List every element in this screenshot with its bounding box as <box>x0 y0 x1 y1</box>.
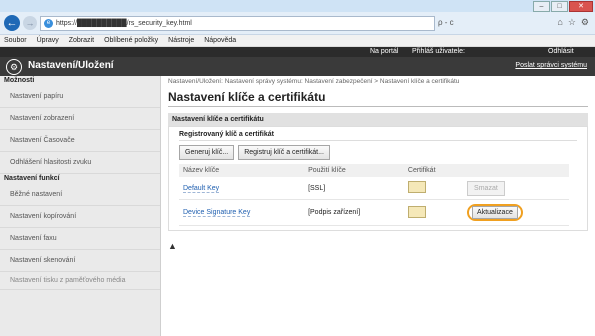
address-bar[interactable]: e https://██████████/rs_security_key.html <box>40 16 435 31</box>
favorites-star-icon[interactable]: ☆ <box>568 17 576 28</box>
app-title: Nastavení/Uložení <box>28 60 114 71</box>
login-user-label: Přihláš uživatele: <box>412 48 465 55</box>
sidebar: Možnosti Nastavení papíru Nastavení zobr… <box>0 76 161 336</box>
home-icon[interactable]: ⌂ <box>557 17 562 28</box>
table-header: Název klíče Použití klíče Certifikát <box>179 164 569 177</box>
page-title: Nastavení klíče a certifikátu <box>168 90 588 107</box>
certificate-icon[interactable] <box>407 181 426 193</box>
column-certificate: Certifikát <box>403 164 464 177</box>
app-header: Na portál Přihláš uživatele: Odhlásit ⚙ … <box>0 47 595 76</box>
menu-view[interactable]: Zobrazit <box>69 35 94 46</box>
forward-button[interactable]: → <box>23 16 37 30</box>
maximize-button[interactable]: □ <box>551 1 568 12</box>
url-text: https://██████████/rs_security_key.html <box>56 20 192 27</box>
section-box: Registrovaný klíč a certifikát Generuj k… <box>168 126 588 231</box>
menu-favorites[interactable]: Oblíbené položky <box>104 35 158 46</box>
window-controls: – □ ✕ <box>533 1 593 12</box>
settings-gear-icon[interactable]: ⚙ <box>581 17 589 28</box>
generate-key-button[interactable]: Generuj klíč... <box>179 145 235 160</box>
column-key-name: Název klíče <box>179 164 305 177</box>
menu-tools[interactable]: Nástroje <box>168 35 194 46</box>
action-buttons: Generuj klíč... Registruj klíč a certifi… <box>179 145 577 160</box>
sidebar-item-media-print[interactable]: Nastavení tisku z paměťového média <box>0 272 160 290</box>
back-button[interactable]: ← <box>4 15 20 31</box>
close-window-button[interactable]: ✕ <box>569 1 593 12</box>
settings-gear-icon: ⚙ <box>6 59 22 75</box>
section-header: Nastavení klíče a certifikátu <box>168 113 588 126</box>
sidebar-item-timer[interactable]: Nastavení Časovače <box>0 130 160 152</box>
window-titlebar: – □ ✕ <box>0 0 595 12</box>
sidebar-item-scan[interactable]: Nastavení skenování <box>0 250 160 272</box>
sidebar-item-copy[interactable]: Nastavení kopírování <box>0 206 160 228</box>
key-name-link[interactable]: Default Key <box>183 184 220 193</box>
update-highlight: Aktualizace <box>467 204 523 221</box>
column-actions <box>463 164 569 177</box>
register-key-button[interactable]: Registruj klíč a certifikát... <box>238 145 330 160</box>
ie-logo-icon: e <box>44 18 53 28</box>
breadcrumb: Nastavení/Uložení: Nastavení správy syst… <box>168 78 460 85</box>
minimize-button[interactable]: – <box>533 1 550 12</box>
portal-link[interactable]: Na portál <box>370 48 398 55</box>
browser-menubar: Soubor Úpravy Zobrazit Oblíbené položky … <box>0 35 595 47</box>
column-key-usage: Použití klíče <box>304 164 404 177</box>
menu-help[interactable]: Nápověda <box>204 35 236 46</box>
sidebar-item-paper[interactable]: Nastavení papíru <box>0 86 160 108</box>
browser-toolbar-icons: ⌂ ☆ ⚙ <box>557 17 589 28</box>
key-usage: [Podpis zařízení] <box>304 199 404 226</box>
header-topline <box>0 47 595 57</box>
sidebar-item-common[interactable]: Běžné nastavení <box>0 184 160 206</box>
menu-edit[interactable]: Úpravy <box>37 35 59 46</box>
delete-button[interactable]: Smazat <box>467 180 505 196</box>
address-controls[interactable]: ρ - c <box>438 18 454 27</box>
browser-navbar: ← → e https://██████████/rs_security_key.… <box>0 12 595 35</box>
key-usage: [SSL] <box>304 177 404 200</box>
sidebar-item-volume[interactable]: Odhlášení hlasitosti zvuku <box>0 152 160 174</box>
send-admin-link[interactable]: Poslat správci systému <box>515 62 587 69</box>
logout-link[interactable]: Odhlásit <box>548 48 574 55</box>
update-button[interactable]: Aktualizace <box>472 206 518 219</box>
main-content: Nastavení/Uložení: Nastavení správy syst… <box>168 78 588 251</box>
key-table: Název klíče Použití klíče Certifikát Def… <box>179 164 569 226</box>
key-name-link[interactable]: Device Signature Key <box>183 209 251 217</box>
sidebar-item-display[interactable]: Nastavení zobrazení <box>0 108 160 130</box>
table-row: Default Key [SSL] Smazat <box>179 177 569 200</box>
to-top-icon[interactable]: ▲ <box>168 241 588 251</box>
subsection-title: Registrovaný klíč a certifikát <box>179 131 577 141</box>
sidebar-section-options: Možnosti <box>4 77 35 84</box>
table-row: Device Signature Key [Podpis zařízení] A… <box>179 199 569 226</box>
menu-file[interactable]: Soubor <box>4 35 27 46</box>
certificate-icon[interactable] <box>407 205 426 218</box>
sidebar-section-functions: Nastavení funkcí <box>4 175 60 182</box>
sidebar-item-fax[interactable]: Nastavení faxu <box>0 228 160 250</box>
